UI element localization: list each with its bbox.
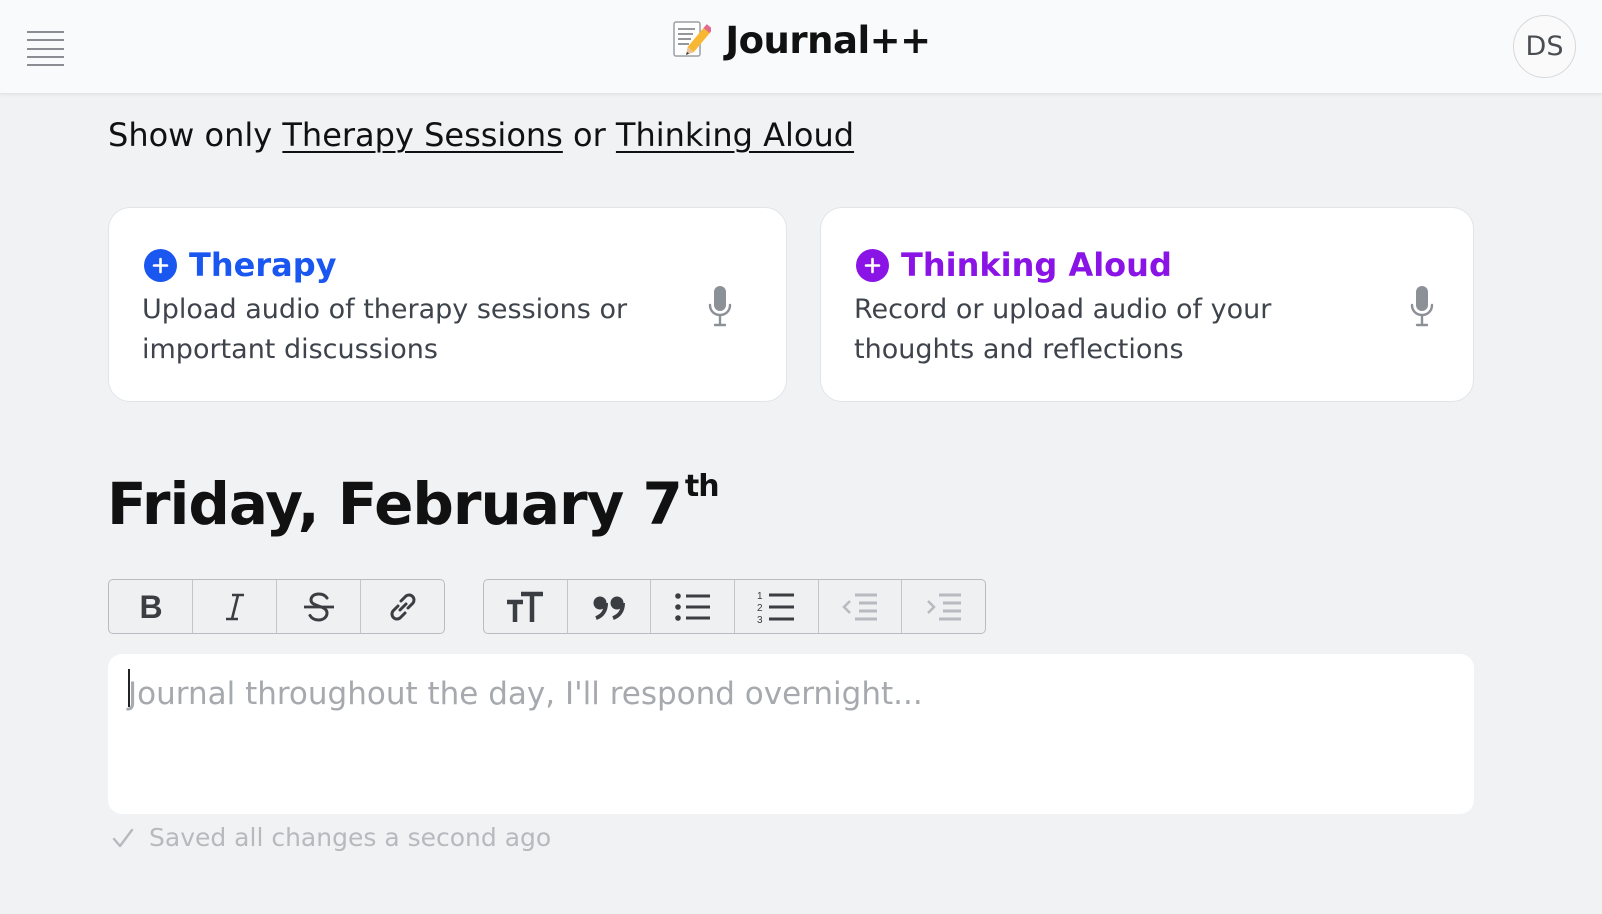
memo-pencil-icon (673, 21, 712, 57)
filter-joiner: or (573, 116, 606, 154)
filter-link-thinking-aloud[interactable]: Thinking Aloud (616, 116, 854, 154)
save-status: Saved all changes a second ago (111, 823, 551, 852)
indent-icon[interactable] (902, 580, 985, 633)
thinking-aloud-card-title-text: Thinking Aloud (901, 246, 1172, 284)
therapy-card-title: Therapy (144, 246, 336, 284)
save-status-text: Saved all changes a second ago (149, 823, 552, 852)
svg-text:B: B (139, 592, 162, 622)
thinking-aloud-card[interactable]: Thinking Aloud Record or upload audio of… (820, 207, 1474, 402)
filter-prefix: Show only (108, 116, 273, 154)
quote-icon[interactable] (568, 580, 652, 633)
therapy-card-description: Upload audio of therapy sessions or impo… (142, 294, 628, 365)
filter-link-therapy-sessions[interactable]: Therapy Sessions (282, 116, 562, 154)
user-avatar[interactable]: DS (1513, 15, 1576, 78)
thinking-aloud-card-title: Thinking Aloud (856, 246, 1172, 284)
bullet-list-icon[interactable] (651, 580, 736, 633)
plus-circle-icon (856, 248, 889, 282)
block-toolbar-group: 123 (483, 579, 986, 634)
bold-icon[interactable]: B (109, 580, 193, 633)
plus-circle-icon (144, 248, 177, 282)
app-brand: Journal++ (0, 18, 1602, 62)
microphone-icon[interactable] (706, 284, 734, 328)
thinking-aloud-card-description: Record or upload audio of your thoughts … (854, 294, 1272, 365)
filter-line: Show only Therapy Sessions or Thinking A… (108, 116, 854, 154)
entry-date-text: Friday, February 7 (107, 470, 683, 538)
numbered-list-icon[interactable]: 123 (735, 580, 819, 633)
format-toolbar-group: B (108, 579, 445, 634)
app-title: Journal++ (725, 19, 931, 62)
entry-date-heading: Friday, February 7th (107, 468, 720, 538)
editor-placeholder: Journal throughout the day, I'll respond… (128, 676, 923, 712)
entry-date-suffix: th (684, 468, 720, 504)
italic-icon[interactable] (193, 580, 277, 633)
svg-text:1: 1 (757, 591, 763, 602)
checkmark-icon (112, 828, 134, 847)
top-bar: Journal++ DS (0, 0, 1602, 94)
heading-icon[interactable] (484, 580, 568, 633)
strikethrough-icon[interactable] (277, 580, 361, 633)
microphone-icon[interactable] (1408, 284, 1436, 328)
therapy-card-title-text: Therapy (189, 246, 337, 284)
journal-editor[interactable]: Journal throughout the day, I'll respond… (108, 654, 1474, 814)
svg-text:2: 2 (757, 603, 763, 614)
svg-text:3: 3 (757, 615, 763, 625)
link-icon[interactable] (361, 580, 444, 633)
outdent-icon[interactable] (819, 580, 903, 633)
therapy-card[interactable]: Therapy Upload audio of therapy sessions… (108, 207, 787, 402)
